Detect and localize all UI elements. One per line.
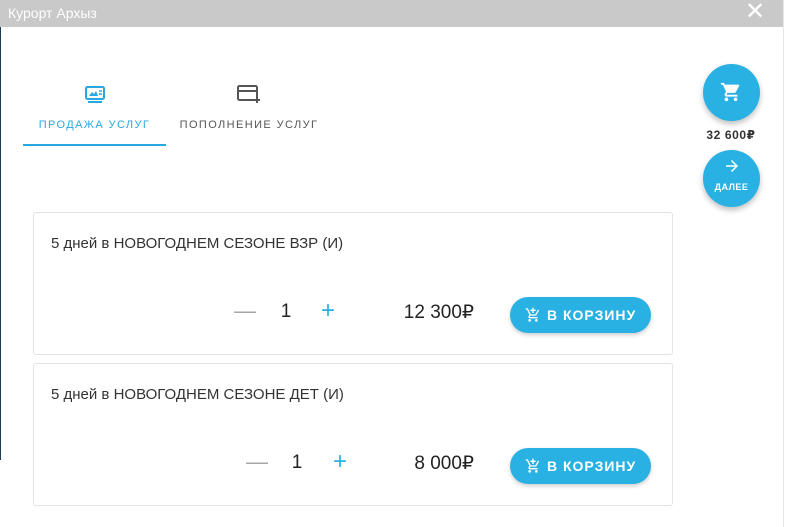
tab-sales-label: ПРОДАЖА УСЛУГ xyxy=(38,119,151,131)
product-card: 5 дней в НОВОГОДНЕМ СЕЗОНЕ ВЗР (И) — 1 +… xyxy=(33,212,673,355)
add-to-cart-label: В КОРЗИНУ xyxy=(547,458,637,474)
cart-button[interactable] xyxy=(703,64,760,121)
cart-add-icon xyxy=(525,307,540,322)
product-price: 12 300₽ xyxy=(403,302,474,323)
tab-topup-label: ПОПОЛНЕНИЕ УСЛУГ xyxy=(179,119,319,131)
next-button[interactable]: ДАЛЕЕ xyxy=(703,150,760,207)
cart-add-icon xyxy=(525,458,540,473)
active-tab-indicator xyxy=(23,144,166,146)
add-to-cart-button[interactable]: В КОРЗИНУ xyxy=(510,448,651,484)
increase-quantity-button[interactable]: + xyxy=(329,450,351,474)
increase-quantity-button[interactable]: + xyxy=(317,299,339,323)
quantity-value: 1 xyxy=(291,452,303,473)
card-add-icon xyxy=(237,83,261,110)
arrow-right-icon xyxy=(726,160,738,172)
decrease-quantity-button[interactable]: — xyxy=(234,300,256,322)
title-bar: Курорт Архыз ✕ xyxy=(0,0,783,27)
product-title: 5 дней в НОВОГОДНЕМ СЕЗОНЕ ВЗР (И) xyxy=(51,235,344,252)
product-title: 5 дней в НОВОГОДНЕМ СЕЗОНЕ ДЕТ (И) xyxy=(51,386,344,403)
cart-total: 32 600₽ xyxy=(706,128,756,142)
product-price: 8 000₽ xyxy=(414,453,474,474)
scrollbar-track[interactable] xyxy=(783,0,799,527)
quantity-value: 1 xyxy=(280,301,292,322)
add-to-cart-button[interactable]: В КОРЗИНУ xyxy=(510,297,651,333)
product-card: 5 дней в НОВОГОДНЕМ СЕЗОНЕ ДЕТ (И) — 1 +… xyxy=(33,363,673,506)
left-edge-divider xyxy=(0,27,1,460)
cart-icon xyxy=(720,82,740,102)
window-title: Курорт Архыз xyxy=(8,5,97,21)
tab-sales[interactable]: ПРОДАЖА УСЛУГ xyxy=(23,78,166,146)
close-icon[interactable]: ✕ xyxy=(744,0,766,24)
tab-topup[interactable]: ПОПОЛНЕНИЕ УСЛУГ xyxy=(176,78,322,146)
ticket-icon xyxy=(84,83,106,110)
add-to-cart-label: В КОРЗИНУ xyxy=(547,307,637,323)
decrease-quantity-button[interactable]: — xyxy=(246,451,268,473)
next-label: ДАЛЕЕ xyxy=(714,182,749,192)
